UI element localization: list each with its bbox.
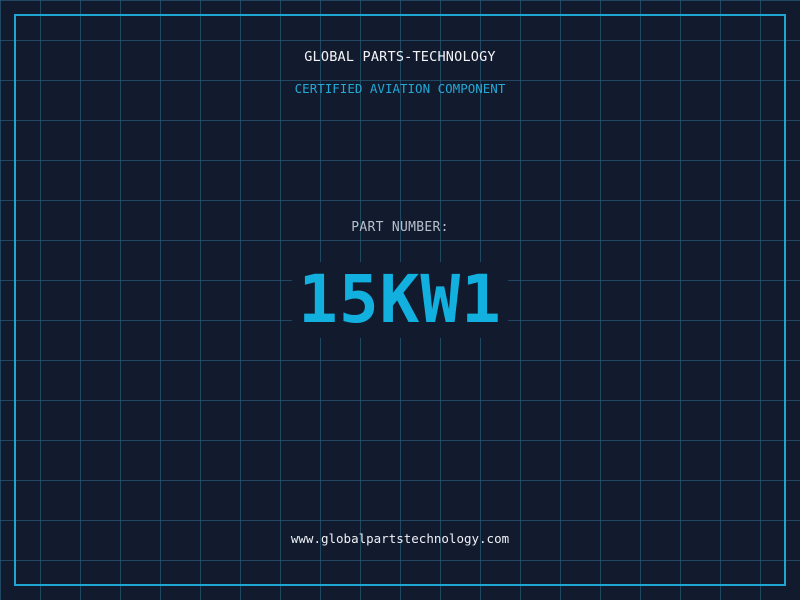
- company-name: GLOBAL PARTS-TECHNOLOGY: [304, 49, 496, 65]
- part-number-container: 15KW1: [0, 262, 800, 338]
- certification-subtitle: CERTIFIED AVIATION COMPONENT: [294, 81, 506, 96]
- part-number-value: 15KW1: [292, 262, 508, 338]
- part-number-label: PART NUMBER:: [351, 220, 449, 235]
- website-url: www.globalpartstechnology.com: [290, 531, 510, 546]
